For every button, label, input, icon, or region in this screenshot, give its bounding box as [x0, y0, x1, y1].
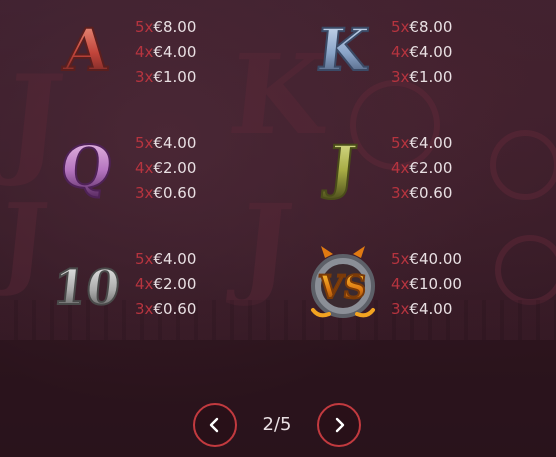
- payout-amount: €4.00: [409, 300, 453, 318]
- payout-row: 4x€4.00: [391, 40, 452, 65]
- vs-horn-left: [321, 246, 333, 258]
- payout-multiplier: 4x: [135, 275, 154, 293]
- symbol-a-icon: A: [47, 10, 127, 90]
- chevron-left-icon: [209, 417, 219, 433]
- payout-amount: €2.00: [409, 159, 453, 177]
- payout-multiplier: 3x: [135, 68, 154, 86]
- payout-list: 5x€4.00 4x€2.00 3x€0.60: [135, 131, 196, 206]
- payout-row: 3x€0.60: [135, 297, 196, 322]
- payout-row: 3x€4.00: [391, 297, 462, 322]
- symbol-glyph: Q: [58, 132, 116, 201]
- payout-list: 5x€40.00 4x€10.00 3x€4.00: [391, 247, 462, 322]
- payout-multiplier: 3x: [391, 300, 410, 318]
- payout-list: 5x€8.00 4x€4.00 3x€1.00: [135, 15, 196, 90]
- payout-multiplier: 5x: [391, 134, 410, 152]
- payout-amount: €8.00: [153, 18, 197, 36]
- symbol-glyph: K: [314, 15, 374, 84]
- payout-amount: €4.00: [409, 134, 453, 152]
- payout-row: 5x€4.00: [135, 131, 196, 156]
- symbol-q-icon: Q: [47, 127, 127, 207]
- payout-row: 4x€10.00: [391, 272, 462, 297]
- prev-page-button[interactable]: [193, 403, 237, 447]
- payout-row: 5x€8.00: [391, 15, 452, 40]
- symbol-10-icon: 10: [47, 244, 127, 324]
- payout-multiplier: 4x: [391, 159, 410, 177]
- symbol-glyph: VS: [316, 268, 369, 306]
- payout-multiplier: 5x: [135, 18, 154, 36]
- payout-multiplier: 5x: [391, 250, 410, 268]
- page-indicator: 2/5: [262, 414, 292, 435]
- payout-amount: €0.60: [153, 300, 197, 318]
- symbol-glyph: A: [60, 15, 114, 84]
- payout-multiplier: 5x: [135, 250, 154, 268]
- payout-list: 5x€4.00 4x€2.00 3x€0.60: [391, 131, 452, 206]
- payout-row: 5x€8.00: [135, 15, 196, 40]
- payout-list: 5x€4.00 4x€2.00 3x€0.60: [135, 247, 196, 322]
- background-wheel: [490, 130, 556, 200]
- payout-multiplier: 5x: [391, 18, 410, 36]
- payout-row: 4x€4.00: [135, 40, 196, 65]
- payout-row: 3x€0.60: [135, 181, 196, 206]
- payout-multiplier: 4x: [391, 43, 410, 61]
- payout-row: 3x€0.60: [391, 181, 452, 206]
- payout-multiplier: 3x: [135, 300, 154, 318]
- payout-amount: €4.00: [409, 43, 453, 61]
- background-wheel-2: [495, 235, 556, 305]
- next-page-button[interactable]: [317, 403, 361, 447]
- payout-row: 5x€4.00: [135, 247, 196, 272]
- payout-amount: €10.00: [409, 275, 462, 293]
- payout-multiplier: 3x: [391, 184, 410, 202]
- payout-amount: €0.60: [409, 184, 453, 202]
- payout-amount: €1.00: [153, 68, 197, 86]
- payout-amount: €2.00: [153, 275, 197, 293]
- payout-row: 4x€2.00: [135, 156, 196, 181]
- chevron-right-icon: [335, 417, 345, 433]
- payout-multiplier: 3x: [135, 184, 154, 202]
- payout-amount: €2.00: [153, 159, 197, 177]
- payout-multiplier: 4x: [135, 43, 154, 61]
- payout-multiplier: 4x: [135, 159, 154, 177]
- payout-row: 4x€2.00: [135, 272, 196, 297]
- payout-list: 5x€8.00 4x€4.00 3x€1.00: [391, 15, 452, 90]
- symbol-glyph: J: [321, 132, 361, 201]
- payout-amount: €0.60: [153, 184, 197, 202]
- payout-amount: €8.00: [409, 18, 453, 36]
- symbol-glyph: 10: [50, 260, 123, 316]
- payout-amount: €4.00: [153, 43, 197, 61]
- payout-multiplier: 4x: [391, 275, 410, 293]
- payout-amount: €4.00: [153, 250, 197, 268]
- payout-row: 4x€2.00: [391, 156, 452, 181]
- vs-horn-right: [353, 246, 365, 258]
- symbol-vs-icon: VS: [303, 244, 383, 324]
- payout-multiplier: 5x: [135, 134, 154, 152]
- payout-amount: €4.00: [153, 134, 197, 152]
- payout-amount: €40.00: [409, 250, 462, 268]
- payout-multiplier: 3x: [391, 68, 410, 86]
- payout-row: 3x€1.00: [135, 65, 196, 90]
- payout-row: 3x€1.00: [391, 65, 452, 90]
- symbol-k-icon: K: [303, 10, 383, 90]
- payout-row: 5x€4.00: [391, 131, 452, 156]
- payout-row: 5x€40.00: [391, 247, 462, 272]
- payout-amount: €1.00: [409, 68, 453, 86]
- symbol-j-icon: J: [303, 127, 383, 207]
